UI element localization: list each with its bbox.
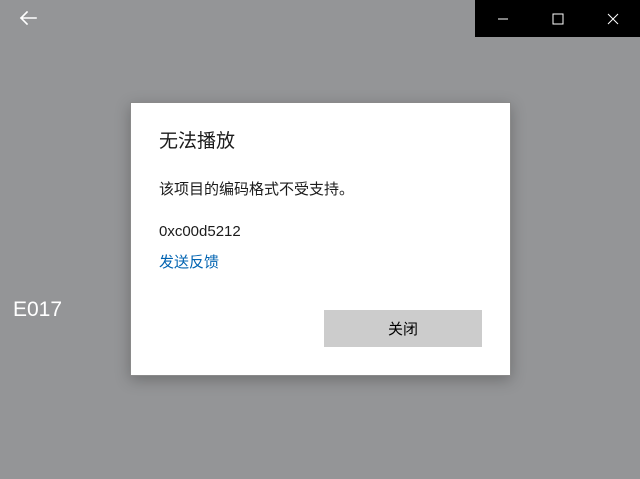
error-dialog: 无法播放 该项目的编码格式不受支持。 0xc00d5212 发送反馈 关闭 xyxy=(130,102,511,376)
back-button[interactable] xyxy=(12,4,44,32)
minimize-icon xyxy=(497,18,508,19)
arrow-left-icon xyxy=(19,10,37,26)
maximize-button[interactable] xyxy=(530,0,585,37)
media-title-label: E017 xyxy=(13,298,63,321)
error-code: 0xc00d5212 xyxy=(159,223,241,240)
window-caption-bar xyxy=(475,0,640,37)
minimize-button[interactable] xyxy=(475,0,530,37)
close-button[interactable]: 关闭 xyxy=(324,310,482,347)
send-feedback-link[interactable]: 发送反馈 xyxy=(159,250,219,274)
close-icon xyxy=(607,13,618,24)
dialog-title: 无法播放 xyxy=(159,130,236,152)
window-close-button[interactable] xyxy=(585,0,640,37)
maximize-icon xyxy=(552,13,563,24)
dialog-message: 该项目的编码格式不受支持。 xyxy=(159,180,355,198)
